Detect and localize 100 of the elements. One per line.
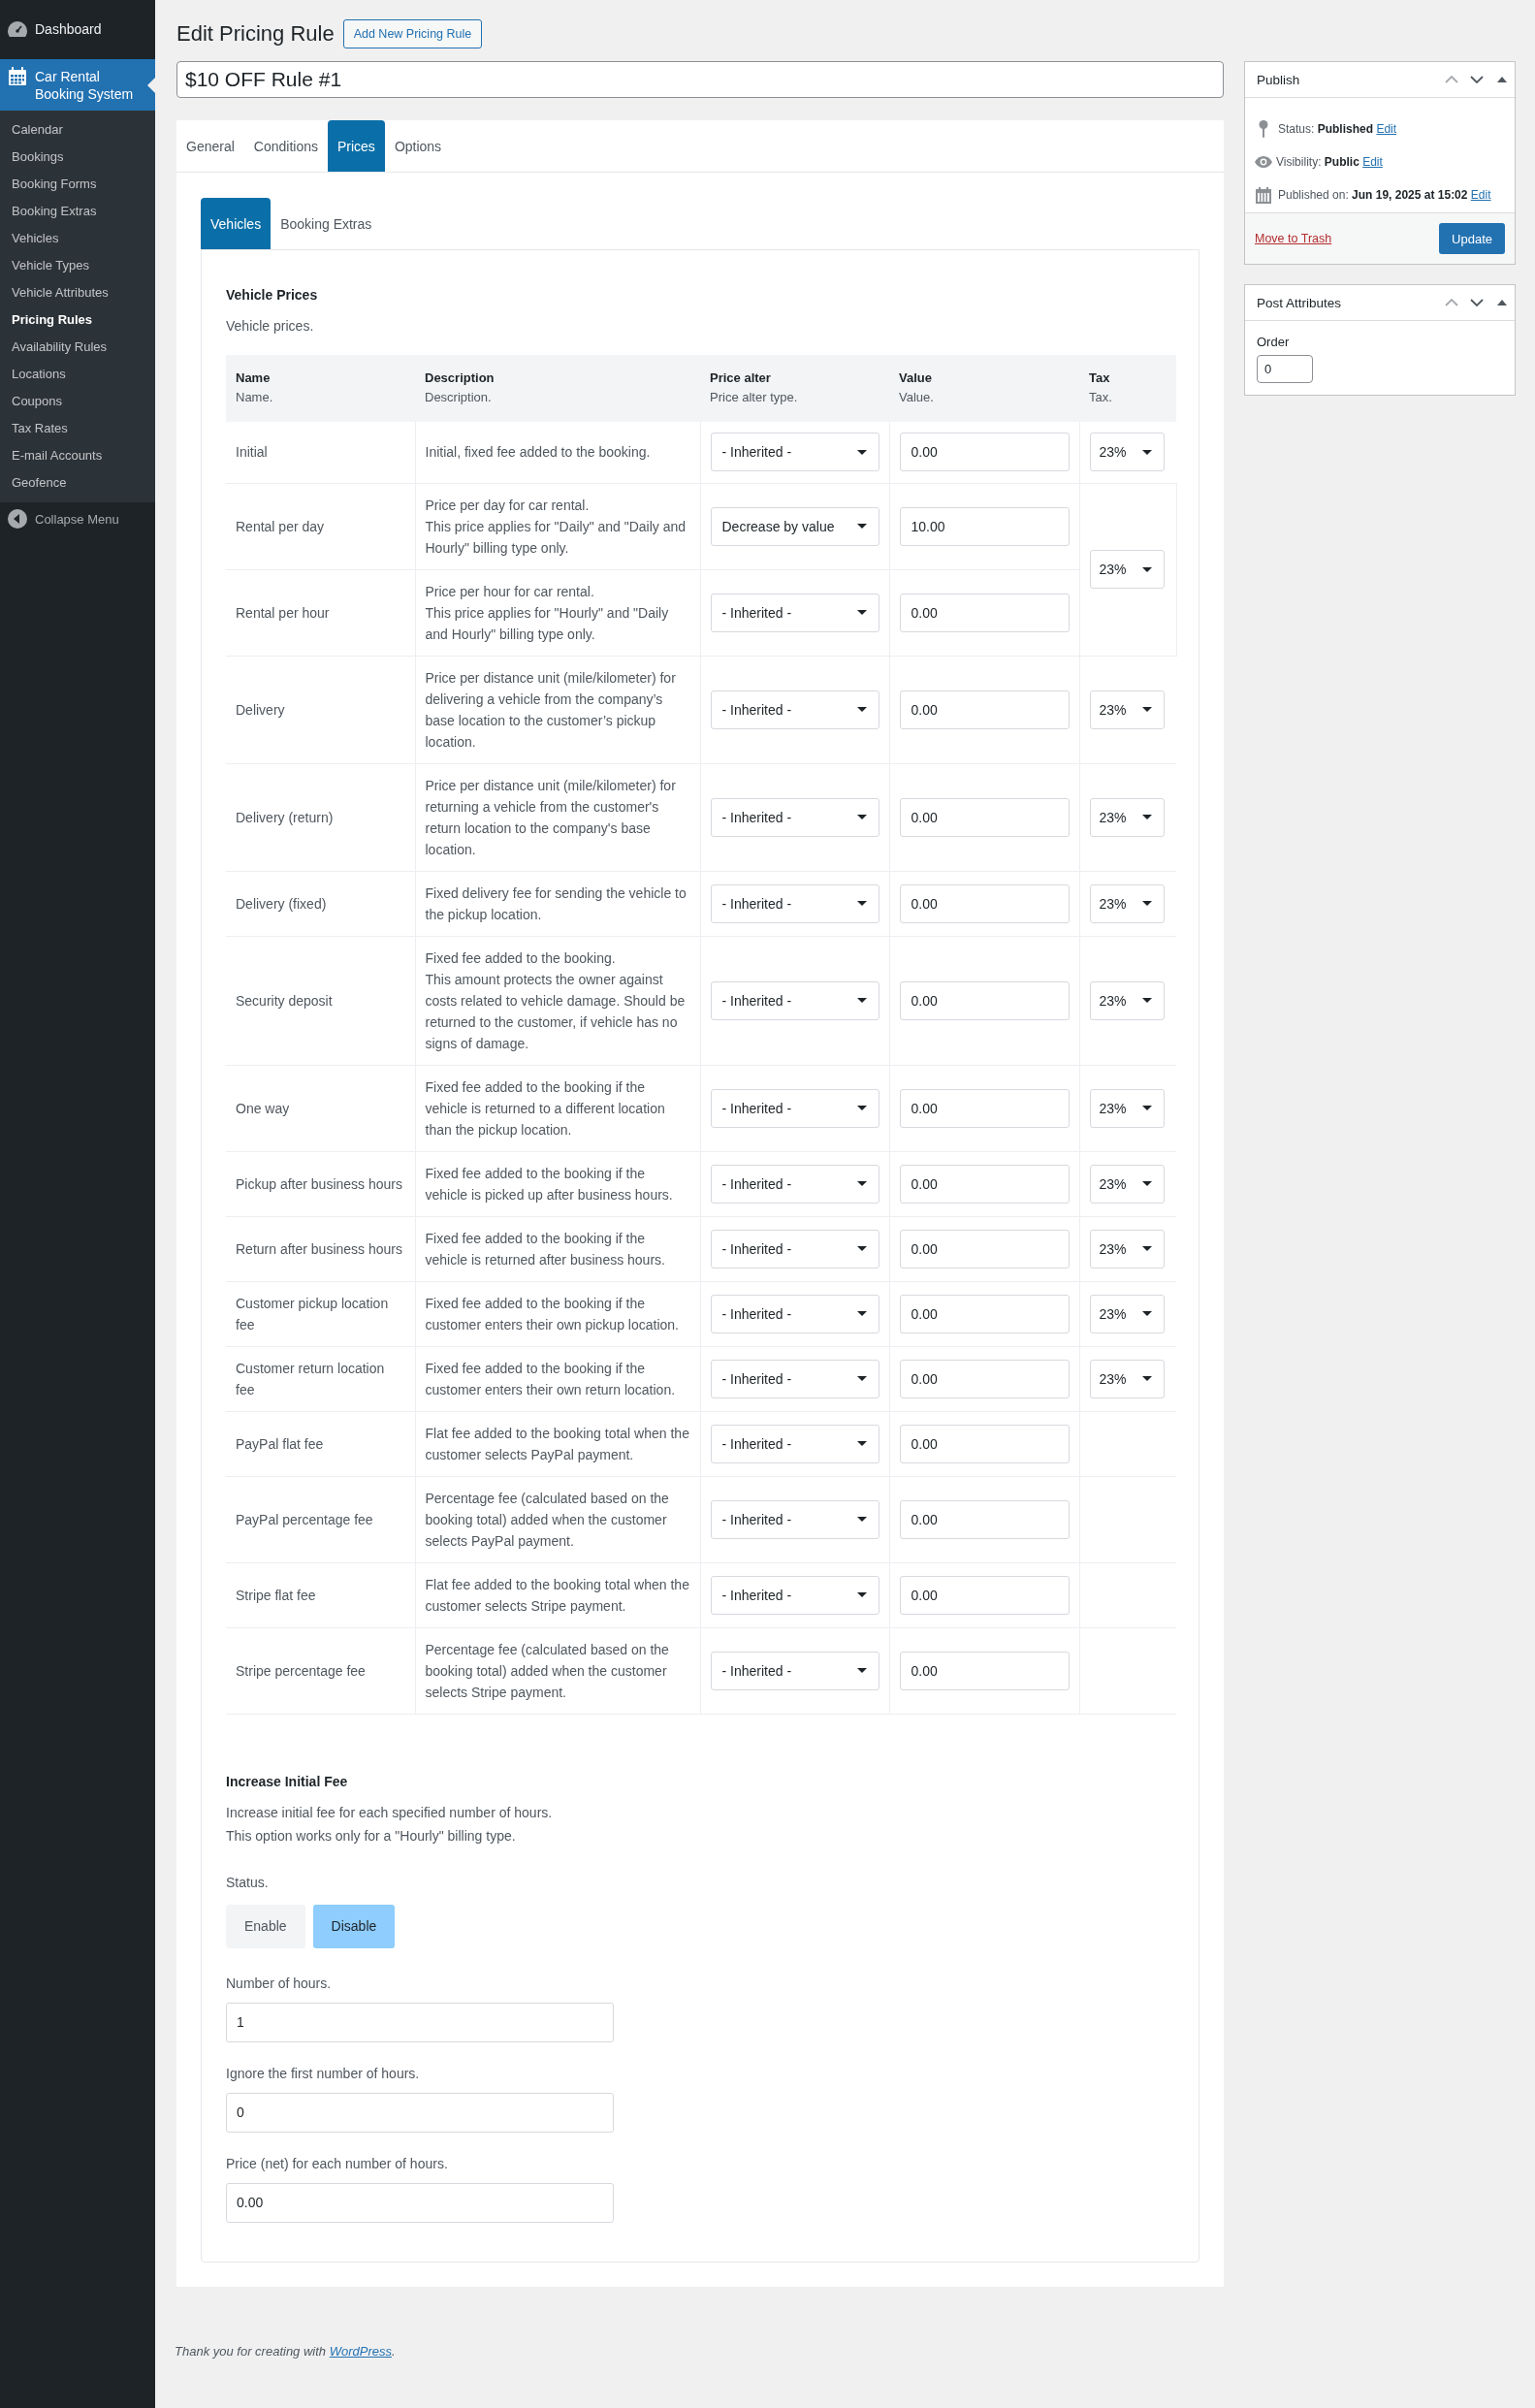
tax-select[interactable]: 23% bbox=[1089, 550, 1165, 589]
value-field[interactable]: 0.00 bbox=[899, 593, 1070, 632]
price-alter-select[interactable]: - Inherited - bbox=[710, 1164, 879, 1204]
edit-link[interactable]: Edit bbox=[1362, 155, 1383, 169]
value-field[interactable]: 0.00 bbox=[899, 1294, 1070, 1333]
table-cell: Fixed fee added to the booking if the customer enters their own pickup location. bbox=[415, 1281, 700, 1346]
collapse-menu-button[interactable]: Collapse Menu bbox=[0, 502, 127, 535]
column-header: Tax bbox=[1089, 369, 1111, 387]
input-field[interactable]: 1 bbox=[226, 2002, 614, 2042]
submenu-item[interactable]: Calendar bbox=[0, 116, 155, 144]
caret-icon bbox=[856, 707, 867, 712]
price-alter-select[interactable]: - Inherited - bbox=[710, 433, 879, 472]
tax-select[interactable]: 23% bbox=[1089, 797, 1165, 837]
submenu-item[interactable]: Booking Forms bbox=[0, 171, 155, 198]
tax-select[interactable]: 23% bbox=[1089, 1164, 1165, 1204]
submenu-item[interactable]: Vehicles bbox=[0, 225, 155, 252]
value-field[interactable]: 10.00 bbox=[899, 506, 1070, 546]
tax-select[interactable]: 23% bbox=[1089, 690, 1165, 729]
price-alter-select[interactable]: - Inherited - bbox=[710, 1424, 879, 1463]
price-alter-select[interactable]: - Inherited - bbox=[710, 980, 879, 1020]
value-field[interactable]: 0.00 bbox=[899, 1164, 1070, 1204]
add-new-button[interactable]: Add New Pricing Rule bbox=[342, 19, 483, 48]
tab[interactable]: Prices bbox=[327, 120, 385, 172]
title-field[interactable]: $10 OFF Rule #1 bbox=[176, 61, 1224, 98]
move-to-trash-link[interactable]: Move to Trash bbox=[1255, 232, 1332, 245]
value-field[interactable]: 0.00 bbox=[899, 1088, 1070, 1128]
price-alter-select[interactable]: Decrease by value bbox=[710, 506, 879, 546]
wordpress-link[interactable]: WordPress bbox=[329, 2343, 392, 2359]
submenu-item[interactable]: Booking Extras bbox=[0, 198, 155, 225]
price-alter-select[interactable]: - Inherited - bbox=[710, 1651, 879, 1690]
value-field[interactable]: 0.00 bbox=[899, 980, 1070, 1020]
tab[interactable]: Options bbox=[384, 120, 452, 172]
submenu-item[interactable]: Pricing Rules bbox=[0, 306, 155, 334]
table-cell: Stripe percentage fee bbox=[226, 1627, 415, 1714]
edit-link[interactable]: Edit bbox=[1470, 188, 1491, 202]
tax-select[interactable]: 23% bbox=[1089, 1088, 1165, 1128]
submenu-item[interactable]: Vehicle Types bbox=[0, 252, 155, 279]
price-alter-select[interactable]: - Inherited - bbox=[710, 690, 879, 729]
value-field[interactable]: 0.00 bbox=[899, 1359, 1070, 1398]
caret-icon bbox=[856, 1517, 867, 1522]
price-alter-select[interactable]: - Inherited - bbox=[710, 1088, 879, 1128]
caret-icon bbox=[856, 449, 867, 455]
submenu-item[interactable]: Tax Rates bbox=[0, 415, 155, 442]
menu-item[interactable]: Dashboard bbox=[0, 12, 155, 47]
table-cell: Fixed fee added to the booking if the customer enters their own return location. bbox=[415, 1346, 700, 1411]
table-cell: Price per distance unit (mile/kilometer) for delivering a vehicle from the company’s base location to the customer’s pickup location. bbox=[415, 656, 700, 763]
price-alter-select[interactable]: - Inherited - bbox=[710, 593, 879, 632]
pin-icon bbox=[1259, 120, 1268, 138]
price-alter-select[interactable]: - Inherited - bbox=[710, 1499, 879, 1539]
submenu-item[interactable]: Availability Rules bbox=[0, 334, 155, 361]
price-alter-select[interactable]: - Inherited - bbox=[710, 883, 879, 923]
tax-select[interactable]: 23% bbox=[1089, 1229, 1165, 1268]
submenu-item[interactable]: Vehicle Attributes bbox=[0, 279, 155, 306]
submenu-item[interactable]: Locations bbox=[0, 361, 155, 388]
price-alter-select[interactable]: - Inherited - bbox=[710, 1359, 879, 1398]
caret-icon bbox=[1141, 449, 1152, 455]
status-option-button[interactable]: Disable bbox=[312, 1904, 396, 1948]
table-cell: PayPal flat fee bbox=[226, 1411, 415, 1476]
calendar-icon bbox=[1256, 186, 1271, 204]
tab[interactable]: General bbox=[176, 120, 244, 172]
tax-select[interactable]: 23% bbox=[1089, 1359, 1165, 1398]
value-field[interactable]: 0.00 bbox=[899, 433, 1070, 472]
field-label: Number of hours. bbox=[226, 1974, 333, 1993]
tax-select[interactable]: 23% bbox=[1089, 883, 1165, 923]
price-alter-select[interactable]: - Inherited - bbox=[710, 1229, 879, 1268]
table-cell: Fixed delivery fee for sending the vehicle to the pickup location. bbox=[415, 871, 700, 936]
price-alter-select[interactable]: - Inherited - bbox=[710, 1575, 879, 1615]
value-field[interactable]: 0.00 bbox=[899, 1229, 1070, 1268]
tax-select[interactable]: 23% bbox=[1089, 980, 1165, 1020]
update-button[interactable]: Update bbox=[1439, 223, 1505, 254]
input-field[interactable]: 0.00 bbox=[226, 2182, 614, 2223]
subtab[interactable]: Vehicles bbox=[201, 198, 272, 249]
price-alter-select[interactable]: - Inherited - bbox=[710, 797, 879, 837]
submenu-item[interactable]: Bookings bbox=[0, 144, 155, 171]
value-field[interactable]: 0.00 bbox=[899, 1651, 1070, 1690]
column-header: Price alter bbox=[710, 369, 772, 387]
value-field[interactable]: 0.00 bbox=[899, 1575, 1070, 1615]
value-field[interactable]: 0.00 bbox=[899, 797, 1070, 837]
tab[interactable]: Conditions bbox=[243, 120, 328, 172]
publish-info: Status: Published Edit bbox=[1278, 122, 1397, 136]
table-cell: Customer return location fee bbox=[226, 1346, 415, 1411]
caret-icon bbox=[856, 1441, 867, 1446]
value-field[interactable]: 0.00 bbox=[899, 1499, 1070, 1539]
caret-icon bbox=[1141, 1106, 1152, 1110]
submenu-item[interactable]: E-mail Accounts bbox=[0, 442, 155, 469]
submenu-item[interactable]: Coupons bbox=[0, 388, 155, 415]
price-alter-select[interactable]: - Inherited - bbox=[710, 1294, 879, 1333]
caret-icon bbox=[1141, 1181, 1152, 1186]
value-field[interactable]: 0.00 bbox=[899, 690, 1070, 729]
tax-select[interactable]: 23% bbox=[1089, 1294, 1165, 1333]
input-field[interactable]: 0 bbox=[226, 2092, 614, 2133]
status-option-button[interactable]: Enable bbox=[226, 1904, 305, 1948]
subtab[interactable]: Booking Extras bbox=[271, 198, 382, 249]
edit-link[interactable]: Edit bbox=[1376, 122, 1397, 136]
value-field[interactable]: 0.00 bbox=[899, 883, 1070, 923]
menu-item[interactable]: Car Rental Booking System bbox=[0, 59, 155, 111]
order-field[interactable]: 0 bbox=[1257, 355, 1313, 383]
submenu-item[interactable]: Geofence bbox=[0, 469, 155, 497]
tax-select[interactable]: 23% bbox=[1089, 433, 1165, 472]
value-field[interactable]: 0.00 bbox=[899, 1424, 1070, 1463]
